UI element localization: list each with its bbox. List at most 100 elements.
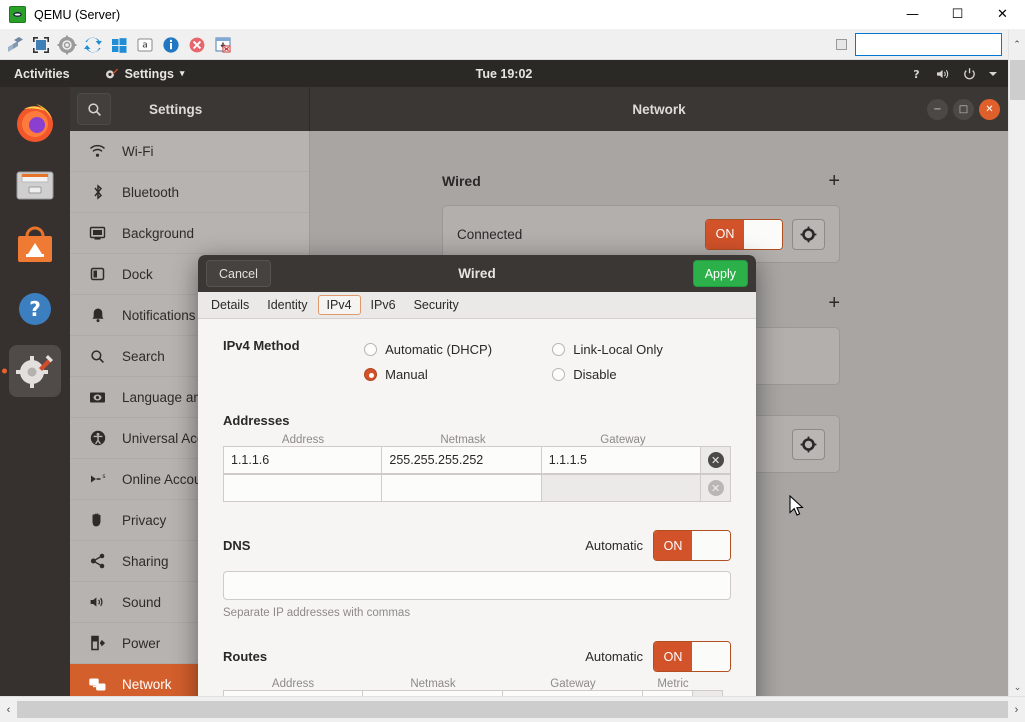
host-maximize-button[interactable]: ☐: [935, 0, 980, 30]
toggle-knob: [744, 220, 782, 249]
tab-security[interactable]: Security: [406, 296, 467, 314]
windows-start-icon[interactable]: [108, 34, 130, 56]
add-second-button[interactable]: +: [828, 293, 840, 313]
radio-disable[interactable]: Disable: [552, 362, 731, 387]
activities-button[interactable]: Activities: [14, 67, 70, 81]
host-close-button[interactable]: ✕: [980, 0, 1025, 30]
dock-item-help[interactable]: ?: [9, 283, 61, 335]
dns-servers-input[interactable]: [223, 571, 731, 600]
dropdown-arrow-icon[interactable]: [988, 70, 998, 78]
toolbar-checkbox[interactable]: [836, 39, 847, 50]
dns-title: DNS: [223, 538, 250, 553]
netmask-input[interactable]: 255.255.255.252: [382, 446, 541, 474]
sidebar-item-background[interactable]: Background: [70, 213, 309, 254]
fullscreen-icon[interactable]: [30, 34, 52, 56]
dialog-body: IPv4 Method Automatic (DHCP) Manual: [198, 319, 756, 696]
third-settings-button[interactable]: [792, 429, 825, 460]
dock-item-files[interactable]: [9, 159, 61, 211]
radio-button[interactable]: [364, 343, 377, 356]
radio-link-local-only[interactable]: Link-Local Only: [552, 337, 731, 362]
toolbar-text-input[interactable]: [855, 33, 1002, 56]
machine-icon[interactable]: [4, 34, 26, 56]
system-tray[interactable]: ?: [909, 67, 998, 81]
dock-item-settings[interactable]: [9, 345, 61, 397]
toggle-knob: [692, 642, 730, 671]
info-icon[interactable]: [160, 34, 182, 56]
settings-close-button[interactable]: ✕: [979, 99, 1000, 120]
dns-hint: Separate IP addresses with commas: [223, 607, 731, 619]
settings-minimize-button[interactable]: −: [927, 99, 948, 120]
clock[interactable]: Tue 19:02: [476, 67, 533, 81]
address-input[interactable]: [223, 474, 382, 502]
radio-label: Link-Local Only: [573, 342, 663, 357]
toggle-knob: [692, 531, 730, 560]
tab-ipv6[interactable]: IPv6: [363, 296, 404, 314]
sidebar-item-bluetooth[interactable]: Bluetooth: [70, 172, 309, 213]
settings-gear-icon[interactable]: [56, 34, 78, 56]
sidebar-item-wi-fi[interactable]: Wi-Fi: [70, 131, 309, 172]
refresh-icon[interactable]: [82, 34, 104, 56]
power-battery-icon: [88, 635, 107, 651]
gateway-input[interactable]: [542, 474, 701, 502]
scroll-left-icon[interactable]: ‹: [0, 698, 17, 722]
host-horizontal-scrollbar[interactable]: ‹ ›: [0, 696, 1025, 722]
mouse-cursor: [789, 495, 807, 524]
horizontal-scrollbar-track[interactable]: [17, 701, 1008, 718]
settings-maximize-button[interactable]: □: [953, 99, 974, 120]
ipv4-method-column-left: Automatic (DHCP) Manual: [364, 337, 552, 387]
settings-header-left: Settings: [70, 87, 310, 131]
delete-address-button[interactable]: ✕: [701, 474, 731, 502]
snapshot-icon[interactable]: [212, 34, 234, 56]
address-input[interactable]: 1.1.1.6: [223, 446, 382, 474]
app-menu[interactable]: Settings ▾: [104, 66, 185, 81]
scroll-down-icon[interactable]: ⌄: [1009, 679, 1025, 696]
scroll-up-icon[interactable]: ⌃: [1008, 30, 1025, 60]
shutdown-icon[interactable]: [186, 34, 208, 56]
routes-automatic-toggle[interactable]: ON: [653, 641, 731, 672]
add-wired-button[interactable]: +: [828, 171, 840, 191]
volume-icon[interactable]: [935, 67, 951, 81]
host-vertical-scrollbar[interactable]: ⌄: [1008, 60, 1025, 696]
bluetooth-icon: [88, 184, 107, 200]
toggle-on-label: ON: [654, 642, 692, 671]
tab-details[interactable]: Details: [203, 296, 257, 314]
tab-ipv4[interactable]: IPv4: [318, 295, 361, 315]
horizontal-scrollbar-thumb[interactable]: [17, 701, 1008, 718]
dock-item-firefox[interactable]: [9, 97, 61, 149]
cancel-button[interactable]: Cancel: [206, 260, 271, 287]
dns-automatic-toggle[interactable]: ON: [653, 530, 731, 561]
netmask-input[interactable]: [382, 474, 541, 502]
connection-toggle[interactable]: ON: [705, 219, 783, 250]
radio-button[interactable]: [552, 343, 565, 356]
vertical-scrollbar-thumb[interactable]: [1010, 60, 1025, 100]
svg-text:s: s: [102, 473, 105, 480]
scroll-right-icon[interactable]: ›: [1008, 698, 1025, 722]
wired-heading: Wired: [442, 173, 481, 189]
ubuntu-dock: ?: [0, 87, 70, 696]
accessibility-icon[interactable]: ?: [909, 67, 924, 81]
qemu-icon: [9, 6, 26, 23]
keyboard-icon[interactable]: a: [134, 34, 156, 56]
language-icon: [88, 391, 107, 404]
connection-settings-button[interactable]: [792, 219, 825, 250]
gateway-input[interactable]: 1.1.1.5: [542, 446, 701, 474]
host-minimize-button[interactable]: —: [890, 0, 935, 30]
radio-label: Automatic (DHCP): [385, 342, 492, 357]
delete-address-button[interactable]: ✕: [701, 446, 731, 474]
apply-button[interactable]: Apply: [693, 260, 748, 287]
tab-identity[interactable]: Identity: [259, 296, 315, 314]
power-icon[interactable]: [962, 67, 977, 81]
radio-automatic-dhcp[interactable]: Automatic (DHCP): [364, 337, 552, 362]
radio-manual[interactable]: Manual: [364, 362, 552, 387]
radio-button[interactable]: [364, 368, 377, 381]
dock-item-ubuntu-software[interactable]: [9, 221, 61, 273]
address-row: 1.1.1.6 255.255.255.252 1.1.1.5 ✕: [223, 446, 731, 474]
settings-header: Settings Network − □ ✕: [70, 87, 1008, 131]
svg-text:?: ?: [913, 68, 919, 81]
radio-button[interactable]: [552, 368, 565, 381]
ipv4-method-row: IPv4 Method Automatic (DHCP) Manual: [223, 337, 731, 387]
sidebar-item-label: Dock: [122, 267, 153, 282]
dialog-title: Wired: [458, 266, 495, 281]
search-button[interactable]: [77, 93, 111, 125]
gnome-topbar: Activities Settings ▾ Tue 19:02 ?: [0, 60, 1008, 87]
